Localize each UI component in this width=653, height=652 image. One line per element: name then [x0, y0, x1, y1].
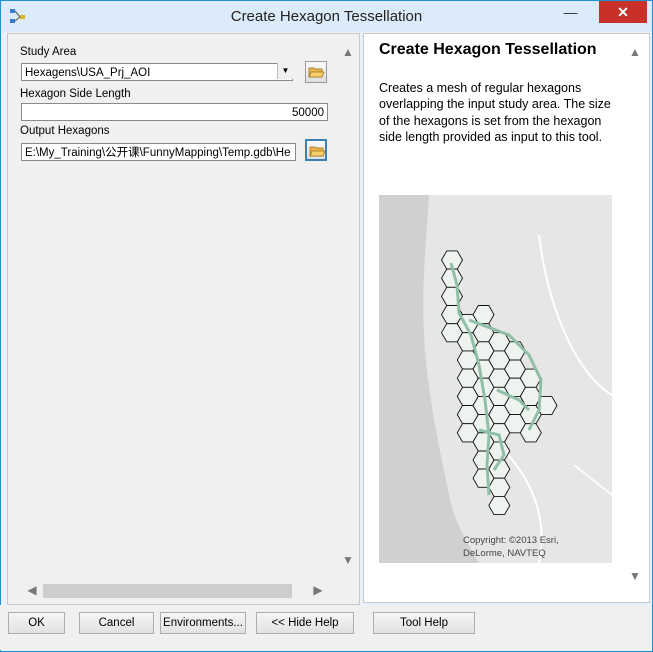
map-copyright: Copyright: ©2013 Esri, DeLorme, NAVTEQ	[463, 535, 559, 559]
scroll-up-icon[interactable]: ▲	[340, 45, 356, 59]
minimize-button[interactable]: —	[557, 1, 584, 23]
output-browse-button[interactable]	[305, 139, 327, 161]
scroll-down-icon[interactable]: ▼	[627, 569, 643, 583]
close-button[interactable]: ✕	[599, 1, 647, 23]
folder-open-icon	[309, 146, 326, 157]
scroll-up-icon[interactable]: ▲	[627, 45, 643, 59]
scroll-left-icon[interactable]: ◀	[24, 583, 40, 597]
help-title: Create Hexagon Tessellation	[379, 41, 597, 58]
title-bar[interactable]: Create Hexagon Tessellation — ✕	[1, 1, 652, 32]
folder-open-icon	[308, 67, 325, 78]
study-area-label: Study Area	[20, 46, 77, 58]
study-area-combobox[interactable]: Hexagens\USA_Prj_AOI	[21, 63, 293, 81]
window-title: Create Hexagon Tessellation	[230, 8, 423, 25]
study-area-browse-button[interactable]	[305, 61, 327, 83]
side-length-label: Hexagon Side Length	[20, 88, 131, 100]
help-description: Creates a mesh of regular hexagons overl…	[379, 81, 611, 144]
horizontal-scroll-thumb[interactable]	[43, 584, 292, 598]
scroll-right-icon[interactable]: ▶	[310, 583, 326, 597]
side-length-input[interactable]: 50000	[21, 103, 328, 121]
ok-button[interactable]: OK	[8, 612, 65, 634]
hexagon-illustration-map	[379, 195, 612, 563]
scroll-down-icon[interactable]: ▼	[340, 553, 356, 567]
hide-help-button[interactable]: << Hide Help	[256, 612, 354, 634]
environments-button[interactable]: Environments...	[160, 612, 246, 634]
cancel-button[interactable]: Cancel	[79, 612, 154, 634]
help-vertical-scrollbar[interactable]: ▲ ▼	[627, 45, 643, 585]
tool-help-button[interactable]: Tool Help	[373, 612, 475, 634]
output-hexagons-label: Output Hexagons	[20, 125, 110, 137]
output-hexagons-input[interactable]: E:\My_Training\公开课\FunnyMapping\Temp.gdb…	[21, 143, 296, 161]
chevron-down-icon[interactable]: ▼	[277, 63, 293, 79]
parameters-vertical-scrollbar[interactable]: ▲ ▼	[340, 45, 356, 575]
